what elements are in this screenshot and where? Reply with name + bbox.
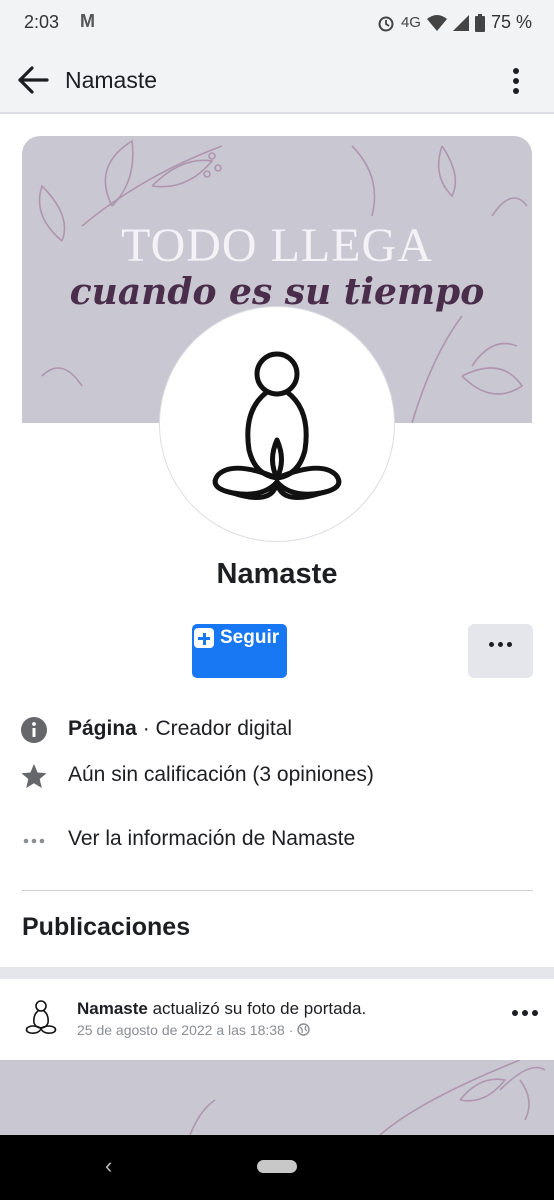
- battery-level: 75 %: [490, 12, 532, 32]
- rating-row[interactable]: Aún sin calificación (3 opiniones): [0, 756, 554, 796]
- page-title: Namaste: [65, 67, 158, 93]
- post-author[interactable]: Namaste: [77, 999, 148, 1018]
- post-options-icon[interactable]: [512, 1010, 538, 1016]
- network-type: 4G: [400, 14, 421, 31]
- post-author-avatar[interactable]: [22, 997, 60, 1039]
- overflow-menu-icon[interactable]: [506, 66, 526, 96]
- post-header: Namaste actualizó su foto de portada.: [77, 999, 366, 1019]
- status-icons: 4G 75 %: [377, 12, 532, 33]
- back-arrow-icon[interactable]: [16, 64, 50, 96]
- post-action: actualizó su foto de portada.: [147, 999, 367, 1018]
- home-pill[interactable]: [257, 1160, 297, 1173]
- status-bar: 2:03 M 4G 75 %: [0, 0, 554, 46]
- post-timestamp[interactable]: 25 de agosto de 2022 a las 18:38 ·: [77, 1022, 310, 1038]
- system-back-icon[interactable]: ‹: [105, 1153, 112, 1179]
- page-type-label: Página: [68, 717, 137, 740]
- alarm-icon: [378, 16, 394, 31]
- rating-text: Aún sin calificación (3 opiniones): [68, 763, 374, 786]
- page-type-row: Página · Creador digital: [0, 710, 554, 750]
- follow-label: Seguir: [220, 627, 280, 648]
- cover-headline: TODO LLEGA: [121, 219, 433, 272]
- page-category: · Creador digital: [136, 717, 293, 740]
- see-info-text: Ver la información de Namaste: [68, 827, 356, 850]
- wifi-icon: [426, 14, 447, 31]
- profile-avatar[interactable]: [160, 307, 394, 541]
- floral-decoration: [189, 1060, 546, 1135]
- section-title-publicaciones: Publicaciones: [22, 913, 191, 941]
- star-icon: [21, 764, 47, 788]
- battery-icon: [474, 13, 485, 32]
- feed-separator: [0, 967, 554, 979]
- app-bar: Namaste: [0, 46, 554, 114]
- more-options-button[interactable]: [468, 624, 533, 678]
- gmail-icon: M: [80, 11, 95, 31]
- status-time: 2:03: [24, 12, 60, 32]
- add-follow-icon: [194, 628, 214, 648]
- profile-name: Namaste: [216, 558, 338, 590]
- post-cover-image[interactable]: [0, 1060, 554, 1135]
- info-icon: [21, 717, 47, 743]
- more-dots-icon: [23, 838, 45, 844]
- signal-icon: [452, 14, 469, 31]
- meditation-logo-icon: [212, 351, 342, 501]
- see-info-row[interactable]: Ver la información de Namaste: [0, 820, 554, 860]
- globe-icon: [297, 1023, 310, 1036]
- system-nav-bar: ‹: [0, 1135, 554, 1200]
- section-divider: [22, 890, 533, 891]
- follow-button[interactable]: Seguir: [192, 624, 287, 678]
